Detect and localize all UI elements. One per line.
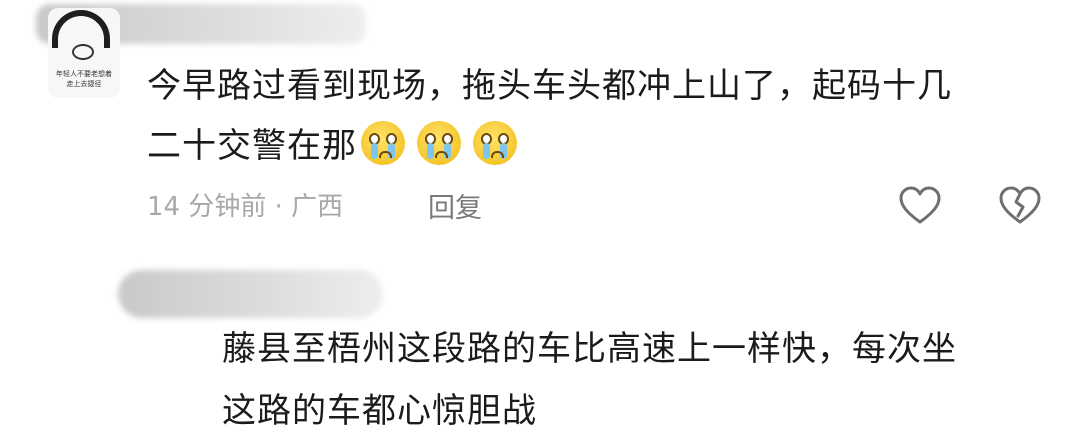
comment-time: 14 分钟前: [147, 192, 267, 222]
emoji-row: [361, 121, 529, 184]
avatar-text-1: 年轻人不要老想着: [56, 70, 112, 78]
broken-heart-icon[interactable]: [998, 186, 1042, 226]
comment-item: 年轻人不要老想着 走上去捷径 今早路过看到现场，拖头车头都冲上山了，起码十几 二…: [0, 0, 1080, 250]
reply-text-line-1: 藤县至梧州这段路的车比高速上一样快，每次坐: [222, 329, 957, 369]
heart-outline-icon[interactable]: [898, 186, 942, 226]
avatar[interactable]: 年轻人不要老想着 走上去捷径: [48, 8, 120, 98]
comment-meta: 14 分钟前 · 广西: [147, 186, 343, 223]
reply-text: 藤县至梧州这段路的车比高速上一样快，每次坐 这路的车都心惊胆战: [222, 318, 957, 442]
avatar-mark-shape: [72, 44, 94, 60]
crying-face-emoji-icon: [473, 121, 517, 165]
reply-button[interactable]: 回复: [428, 186, 482, 225]
crying-face-emoji-icon: [417, 121, 461, 165]
comment-text-line-2: 二十交警在那: [147, 116, 952, 184]
reply-username-redacted: [118, 270, 383, 318]
meta-separator: ·: [274, 192, 283, 222]
comment-location: 广西: [291, 192, 344, 222]
reply-text-line-2: 这路的车都心惊胆战: [222, 391, 537, 431]
crying-face-emoji-icon: [361, 121, 405, 165]
comment-text: 今早路过看到现场，拖头车头都冲上山了，起码十几 二十交警在那: [147, 56, 952, 184]
avatar-arc-shape: [52, 10, 110, 48]
comment-text-line-2-text: 二十交警在那: [147, 126, 357, 166]
avatar-text-2: 走上去捷径: [66, 80, 102, 88]
comment-text-line-1: 今早路过看到现场，拖头车头都冲上山了，起码十几: [147, 66, 952, 106]
